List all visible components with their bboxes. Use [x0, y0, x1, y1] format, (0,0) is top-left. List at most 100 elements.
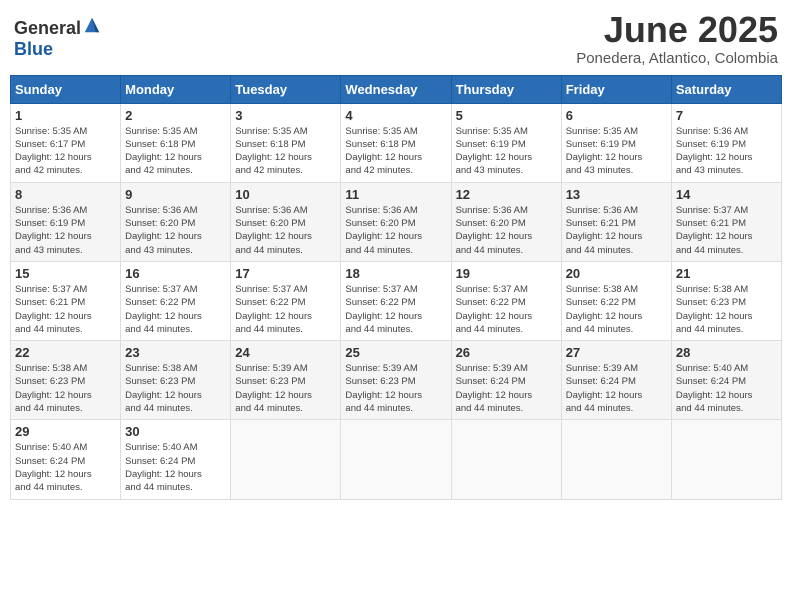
calendar-week-row: 15Sunrise: 5:37 AMSunset: 6:21 PMDayligh… [11, 261, 782, 340]
day-number: 25 [345, 345, 446, 360]
calendar-day-cell: 11Sunrise: 5:36 AMSunset: 6:20 PMDayligh… [341, 182, 451, 261]
day-info: Sunrise: 5:37 AMSunset: 6:21 PMDaylight:… [676, 204, 777, 257]
day-number: 22 [15, 345, 116, 360]
day-info: Sunrise: 5:38 AMSunset: 6:23 PMDaylight:… [676, 283, 777, 336]
day-number: 18 [345, 266, 446, 281]
calendar-day-cell: 26 Sunrise: 5:39 AMSunset: 6:24 PMDayligh… [451, 341, 561, 420]
calendar-table: SundayMondayTuesdayWednesdayThursdayFrid… [10, 75, 782, 500]
day-info: Sunrise: 5:40 AMSunset: 6:24 PMDaylight:… [125, 441, 226, 494]
calendar-header-thursday: Thursday [451, 75, 561, 103]
calendar-day-cell: 16 Sunrise: 5:37 AMSunset: 6:22 PMDayligh… [121, 261, 231, 340]
day-number: 16 [125, 266, 226, 281]
day-number: 12 [456, 187, 557, 202]
calendar-day-cell [231, 420, 341, 499]
page-header: General Blue June 2025 Ponedera, Atlanti… [10, 10, 782, 67]
day-number: 6 [566, 108, 667, 123]
calendar-day-cell: 14 Sunrise: 5:37 AMSunset: 6:21 PMDayligh… [671, 182, 781, 261]
day-info: Sunrise: 5:37 AMSunset: 6:22 PMDaylight:… [345, 283, 446, 336]
day-number: 2 [125, 108, 226, 123]
logo-blue: Blue [14, 39, 53, 59]
day-number: 29 [15, 424, 116, 439]
day-number: 7 [676, 108, 777, 123]
calendar-day-cell: 28 Sunrise: 5:40 AMSunset: 6:24 PMDayligh… [671, 341, 781, 420]
day-info: Sunrise: 5:38 AMSunset: 6:23 PMDaylight:… [15, 362, 116, 415]
day-number: 3 [235, 108, 336, 123]
day-info: Sunrise: 5:39 AMSunset: 6:23 PMDaylight:… [235, 362, 336, 415]
calendar-day-cell [671, 420, 781, 499]
day-number: 21 [676, 266, 777, 281]
calendar-day-cell: 29 Sunrise: 5:40 AMSunset: 6:24 PMDayligh… [11, 420, 121, 499]
calendar-day-cell [451, 420, 561, 499]
calendar-day-cell: 15Sunrise: 5:37 AMSunset: 6:21 PMDayligh… [11, 261, 121, 340]
calendar-day-cell: 9 Sunrise: 5:36 AMSunset: 6:20 PMDaylight… [121, 182, 231, 261]
calendar-header-wednesday: Wednesday [341, 75, 451, 103]
calendar-day-cell [561, 420, 671, 499]
calendar-day-cell: 10 Sunrise: 5:36 AMSunset: 6:20 PMDayligh… [231, 182, 341, 261]
day-number: 20 [566, 266, 667, 281]
calendar-day-cell: 20 Sunrise: 5:38 AMSunset: 6:22 PMDayligh… [561, 261, 671, 340]
calendar-day-cell: 1 Sunrise: 5:35 AMSunset: 6:17 PMDaylight… [11, 103, 121, 182]
day-info: Sunrise: 5:35 AMSunset: 6:17 PMDaylight:… [15, 125, 116, 178]
calendar-day-cell: 4 Sunrise: 5:35 AMSunset: 6:18 PMDaylight… [341, 103, 451, 182]
day-info: Sunrise: 5:35 AMSunset: 6:18 PMDaylight:… [235, 125, 336, 178]
calendar-week-row: 1 Sunrise: 5:35 AMSunset: 6:17 PMDaylight… [11, 103, 782, 182]
title-area: June 2025 Ponedera, Atlantico, Colombia [576, 10, 778, 67]
day-number: 10 [235, 187, 336, 202]
day-info: Sunrise: 5:40 AMSunset: 6:24 PMDaylight:… [15, 441, 116, 494]
day-number: 26 [456, 345, 557, 360]
calendar-day-cell: 17 Sunrise: 5:37 AMSunset: 6:22 PMDayligh… [231, 261, 341, 340]
calendar-day-cell: 25 Sunrise: 5:39 AMSunset: 6:23 PMDayligh… [341, 341, 451, 420]
day-number: 23 [125, 345, 226, 360]
calendar-day-cell: 18 Sunrise: 5:37 AMSunset: 6:22 PMDayligh… [341, 261, 451, 340]
location-title: Ponedera, Atlantico, Colombia [576, 50, 778, 67]
day-number: 8 [15, 187, 116, 202]
calendar-header-saturday: Saturday [671, 75, 781, 103]
day-info: Sunrise: 5:35 AMSunset: 6:19 PMDaylight:… [566, 125, 667, 178]
day-number: 1 [15, 108, 116, 123]
calendar-header-tuesday: Tuesday [231, 75, 341, 103]
calendar-week-row: 22 Sunrise: 5:38 AMSunset: 6:23 PMDayligh… [11, 341, 782, 420]
day-info: Sunrise: 5:36 AMSunset: 6:19 PMDaylight:… [15, 204, 116, 257]
day-info: Sunrise: 5:39 AMSunset: 6:24 PMDaylight:… [456, 362, 557, 415]
day-info: Sunrise: 5:36 AMSunset: 6:20 PMDaylight:… [125, 204, 226, 257]
calendar-day-cell: 2 Sunrise: 5:35 AMSunset: 6:18 PMDaylight… [121, 103, 231, 182]
logo-icon [83, 16, 101, 34]
calendar-day-cell: 19 Sunrise: 5:37 AMSunset: 6:22 PMDayligh… [451, 261, 561, 340]
calendar-day-cell [341, 420, 451, 499]
day-info: Sunrise: 5:37 AMSunset: 6:22 PMDaylight:… [125, 283, 226, 336]
day-info: Sunrise: 5:36 AMSunset: 6:20 PMDaylight:… [345, 204, 446, 257]
day-info: Sunrise: 5:38 AMSunset: 6:23 PMDaylight:… [125, 362, 226, 415]
calendar-header-sunday: Sunday [11, 75, 121, 103]
day-info: Sunrise: 5:35 AMSunset: 6:18 PMDaylight:… [125, 125, 226, 178]
day-number: 28 [676, 345, 777, 360]
day-number: 19 [456, 266, 557, 281]
calendar-day-cell: 7 Sunrise: 5:36 AMSunset: 6:19 PMDaylight… [671, 103, 781, 182]
calendar-day-cell: 21 Sunrise: 5:38 AMSunset: 6:23 PMDayligh… [671, 261, 781, 340]
month-title: June 2025 [576, 10, 778, 50]
day-number: 5 [456, 108, 557, 123]
day-info: Sunrise: 5:37 AMSunset: 6:22 PMDaylight:… [456, 283, 557, 336]
day-info: Sunrise: 5:39 AMSunset: 6:24 PMDaylight:… [566, 362, 667, 415]
day-number: 9 [125, 187, 226, 202]
day-info: Sunrise: 5:36 AMSunset: 6:19 PMDaylight:… [676, 125, 777, 178]
day-info: Sunrise: 5:37 AMSunset: 6:22 PMDaylight:… [235, 283, 336, 336]
calendar-week-row: 8 Sunrise: 5:36 AMSunset: 6:19 PMDaylight… [11, 182, 782, 261]
calendar-day-cell: 3 Sunrise: 5:35 AMSunset: 6:18 PMDaylight… [231, 103, 341, 182]
day-number: 13 [566, 187, 667, 202]
calendar-day-cell: 5Sunrise: 5:35 AMSunset: 6:19 PMDaylight… [451, 103, 561, 182]
day-number: 24 [235, 345, 336, 360]
day-info: Sunrise: 5:36 AMSunset: 6:20 PMDaylight:… [235, 204, 336, 257]
day-info: Sunrise: 5:39 AMSunset: 6:23 PMDaylight:… [345, 362, 446, 415]
day-number: 17 [235, 266, 336, 281]
day-number: 4 [345, 108, 446, 123]
day-info: Sunrise: 5:35 AMSunset: 6:18 PMDaylight:… [345, 125, 446, 178]
day-info: Sunrise: 5:37 AMSunset: 6:21 PMDaylight:… [15, 283, 116, 336]
calendar-day-cell: 27Sunrise: 5:39 AMSunset: 6:24 PMDayligh… [561, 341, 671, 420]
day-number: 14 [676, 187, 777, 202]
calendar-day-cell: 24 Sunrise: 5:39 AMSunset: 6:23 PMDayligh… [231, 341, 341, 420]
calendar-day-cell: 8 Sunrise: 5:36 AMSunset: 6:19 PMDaylight… [11, 182, 121, 261]
calendar-day-cell: 12Sunrise: 5:36 AMSunset: 6:20 PMDayligh… [451, 182, 561, 261]
day-info: Sunrise: 5:38 AMSunset: 6:22 PMDaylight:… [566, 283, 667, 336]
logo: General Blue [14, 14, 101, 60]
day-info: Sunrise: 5:40 AMSunset: 6:24 PMDaylight:… [676, 362, 777, 415]
